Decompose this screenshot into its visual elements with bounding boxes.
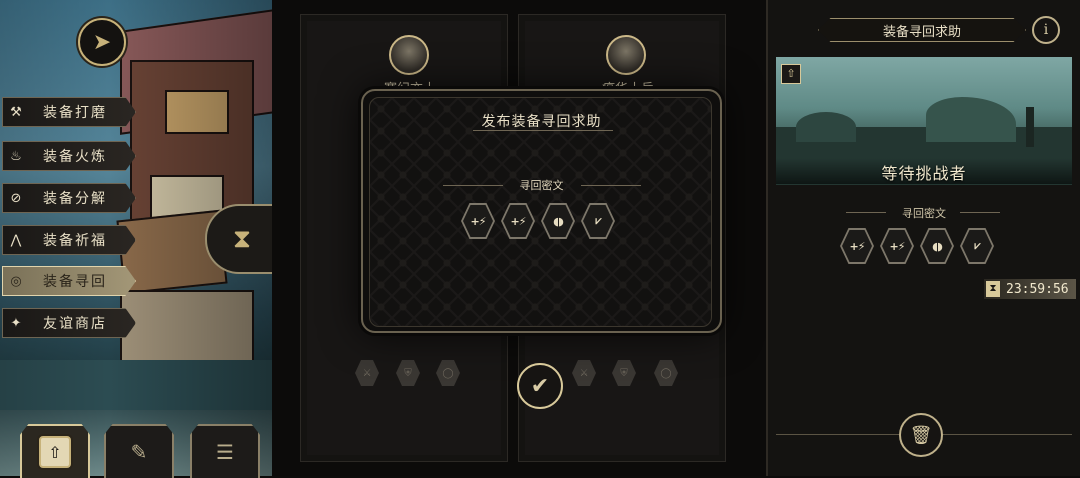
right-panel-title: 装备寻回求助 xyxy=(818,18,1026,42)
cipher-runes: +⚡ +⚡ ◖◗ ⩗ xyxy=(461,203,615,239)
hammer-icon: ⚒ xyxy=(10,104,24,120)
menu-item-forge[interactable]: ♨ 装备火炼 xyxy=(2,141,136,171)
rune-icon: +⚡ xyxy=(461,203,495,239)
hourglass-icon: ⧗ xyxy=(232,223,252,254)
menu-label: 友谊商店 xyxy=(43,316,107,332)
upload-small-icon[interactable]: ⇧ xyxy=(781,64,801,84)
menu-label: 装备打磨 xyxy=(43,105,107,121)
panel-title-text: 装备寻回求助 xyxy=(882,24,961,40)
status-text: 等待挑战者 xyxy=(881,164,967,183)
rune-icon: +⚡ xyxy=(840,228,874,264)
check-icon: ✔ xyxy=(530,373,550,399)
upload-icon: ⇧ xyxy=(39,436,71,468)
rune-icon: +⚡ xyxy=(880,228,914,264)
right-cipher-label: 寻回密文 xyxy=(902,207,946,220)
rune-icon: ⩗ xyxy=(581,203,615,239)
avatar-left xyxy=(389,35,429,75)
rune-icon: +⚡ xyxy=(501,203,535,239)
tab-feather[interactable]: ✎ xyxy=(104,424,174,478)
menu-label: 装备火炼 xyxy=(43,149,107,165)
menu-item-pray[interactable]: ⋀ 装备祈福 xyxy=(2,225,136,255)
tab-list[interactable]: ☰ xyxy=(190,424,260,478)
title-underline xyxy=(473,130,613,131)
timer-text: 23:59:56 xyxy=(1006,281,1069,297)
flame-icon: ♨ xyxy=(10,148,24,164)
menu-label: 装备分解 xyxy=(43,191,107,207)
menu-item-polish[interactable]: ⚒ 装备打磨 xyxy=(2,97,136,127)
fox-icon: ✦ xyxy=(10,315,24,331)
recover-icon: ◎ xyxy=(10,273,24,289)
dialog-title: 发布装备寻回求助 xyxy=(481,114,602,130)
back-button[interactable]: ➤ xyxy=(78,18,126,66)
rune-icon: ◖◗ xyxy=(541,203,575,239)
list-icon: ☰ xyxy=(216,440,234,464)
cipher-label: 寻回密文 xyxy=(519,179,564,192)
pray-icon: ⋀ xyxy=(10,232,24,248)
info-icon: i xyxy=(1043,22,1049,38)
publish-request-dialog: 发布装备寻回求助 寻回密文 +⚡ +⚡ ◖◗ ⩗ xyxy=(361,89,722,333)
confirm-button[interactable]: ✔ xyxy=(517,363,563,409)
menu-item-disassemble[interactable]: ⊘ 装备分解 xyxy=(2,183,136,213)
right-cipher-runes: +⚡ +⚡ ◖◗ ⩗ xyxy=(840,228,994,264)
rune-icon: ⩗ xyxy=(960,228,994,264)
back-arrow-icon: ➤ xyxy=(92,29,112,55)
avatar-right xyxy=(606,35,646,75)
delete-button[interactable]: 🗑 xyxy=(899,413,943,457)
disassemble-icon: ⊘ xyxy=(10,190,24,206)
hourglass-icon: ⧗ xyxy=(986,281,1000,297)
feather-icon: ✎ xyxy=(130,440,148,464)
menu-label: 装备祈福 xyxy=(43,233,107,249)
countdown-timer: ⧗ 23:59:56 xyxy=(984,279,1076,299)
menu-item-recover[interactable]: ◎ 装备寻回 xyxy=(2,266,136,296)
info-button[interactable]: i xyxy=(1032,16,1060,44)
trash-icon: 🗑 xyxy=(909,424,933,446)
rune-icon: ◖◗ xyxy=(920,228,954,264)
menu-item-friend-shop[interactable]: ✦ 友谊商店 xyxy=(2,308,136,338)
menu-label: 装备寻回 xyxy=(43,274,107,290)
tab-upload[interactable]: ⇧ xyxy=(20,424,90,478)
side-expand-button[interactable]: ⧗ xyxy=(205,204,277,274)
